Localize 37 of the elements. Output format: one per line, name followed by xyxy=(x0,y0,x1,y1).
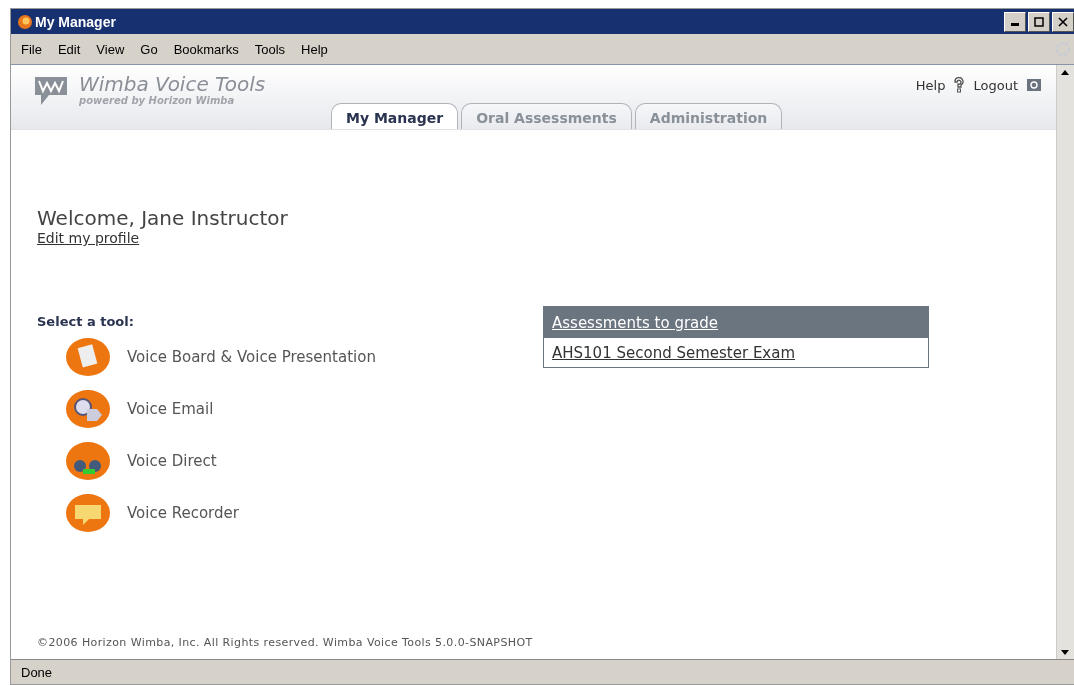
browser-logo-icon xyxy=(17,13,33,30)
minimize-icon xyxy=(1011,23,1019,26)
tool-link[interactable]: Voice Direct xyxy=(127,452,217,470)
status-text: Done xyxy=(21,664,53,680)
minimize-button[interactable] xyxy=(1004,11,1026,32)
help-icon xyxy=(953,77,966,93)
tab[interactable]: My Manager xyxy=(331,103,459,129)
tools-heading: Select a tool: xyxy=(37,314,134,329)
tool-icon[interactable] xyxy=(65,337,111,377)
logout-link[interactable]: Logout xyxy=(973,77,1018,93)
scrollbar[interactable] xyxy=(1056,65,1074,659)
tool-icon[interactable] xyxy=(65,389,111,429)
close-icon xyxy=(1058,16,1068,27)
menu-item[interactable]: File xyxy=(15,41,52,57)
tool-link[interactable]: Voice Recorder xyxy=(127,504,239,522)
menu-item[interactable]: Bookmarks xyxy=(167,41,249,57)
brand-tagline: powered by Horizon Wimba xyxy=(79,95,236,106)
menu-item[interactable]: View xyxy=(90,41,135,57)
window-title: My Manager xyxy=(35,13,116,30)
menu-item[interactable]: Tools xyxy=(248,41,296,57)
tool-icon[interactable] xyxy=(65,493,111,533)
tool-icon[interactable] xyxy=(65,441,111,481)
menu-item[interactable]: Edit xyxy=(51,41,91,57)
edit-profile-link[interactable]: Edit my profile xyxy=(37,230,140,246)
maximize-icon xyxy=(1034,16,1044,27)
maximize-button[interactable] xyxy=(1028,11,1050,32)
menu-item[interactable]: Go xyxy=(134,41,168,57)
menu-item[interactable]: Help xyxy=(295,41,338,57)
copyright-text: ©2006 Horizon Wimba, Inc. All Rights reserved. Wimba Voice Tools 5.0.0-SNAPSHOT xyxy=(37,636,534,649)
welcome-heading: Welcome, Jane Instructor xyxy=(37,206,288,230)
tool-link[interactable]: Voice Email xyxy=(127,400,214,418)
tool-link[interactable]: Voice Board & Voice Presentation xyxy=(127,348,376,366)
logout-icon xyxy=(1026,78,1042,92)
help-link[interactable]: Help xyxy=(915,77,946,93)
assessment-link[interactable]: AHS101 Second Semester Exam xyxy=(552,344,796,362)
close-button[interactable] xyxy=(1052,11,1074,32)
brand-name: Wimba Voice Tools xyxy=(79,73,266,95)
